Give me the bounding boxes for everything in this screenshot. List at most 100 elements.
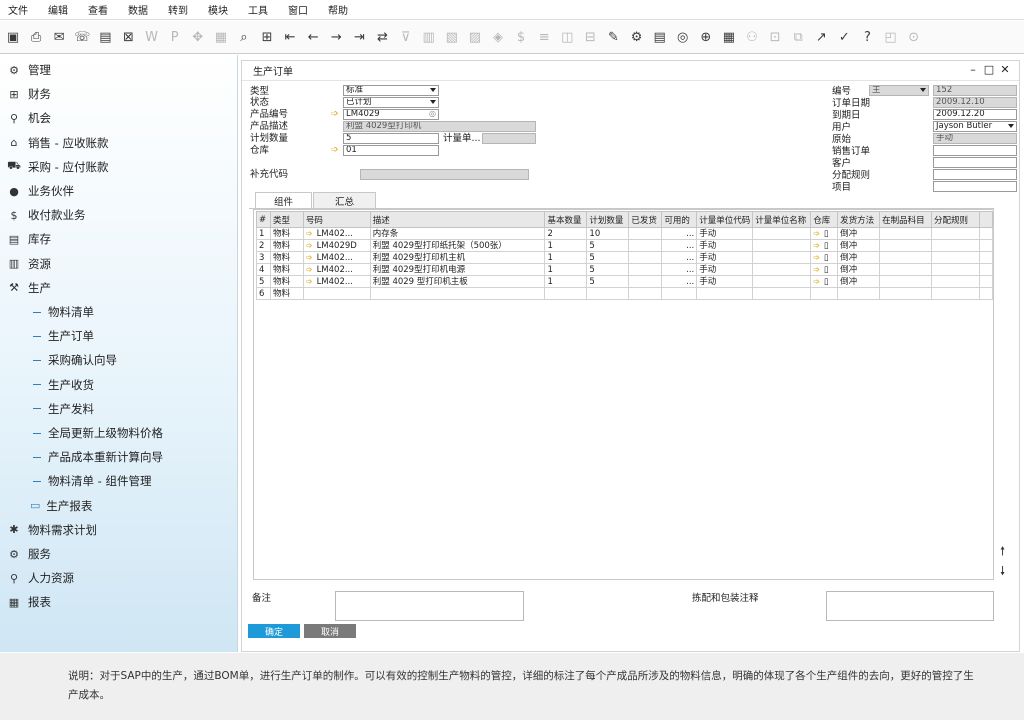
n-cell[interactable]: 1 bbox=[256, 227, 271, 240]
column-header[interactable]: 计量单位代码 bbox=[696, 211, 754, 228]
method-cell[interactable]: 倒冲 bbox=[837, 239, 881, 252]
find-icon[interactable]: ⌕ bbox=[234, 27, 254, 47]
chart-icon[interactable]: ↗ bbox=[811, 27, 831, 47]
plan-cell[interactable]: 5 bbox=[586, 251, 630, 264]
column-header[interactable]: 计量单位名称 bbox=[752, 211, 812, 228]
n-cell[interactable]: 5 bbox=[256, 275, 271, 288]
desc-cell[interactable]: 利盟 4029型打印机电源 bbox=[369, 263, 546, 276]
column-header[interactable]: 基本数量 bbox=[544, 211, 588, 228]
base-cell[interactable]: 1 bbox=[544, 239, 588, 252]
sort-icon[interactable]: ▥ bbox=[419, 27, 439, 47]
base-cell[interactable]: 1 bbox=[544, 275, 588, 288]
type-cell[interactable]: 物料 bbox=[269, 263, 304, 276]
method-cell[interactable]: 倒冲 bbox=[837, 251, 881, 264]
fax-icon[interactable]: ▤ bbox=[95, 27, 115, 47]
sms-icon[interactable]: ☏ bbox=[72, 27, 92, 47]
sidebar-subitem-issue-for-production[interactable]: 生产发料 bbox=[0, 399, 94, 419]
sidebar-item-opportunities[interactable]: ⚲ 机会 bbox=[0, 108, 51, 128]
link-arrow-icon[interactable]: ➩ bbox=[306, 277, 313, 286]
empty-cell[interactable] bbox=[879, 227, 933, 240]
report-icon[interactable]: ▤ bbox=[650, 27, 670, 47]
sales-order-field[interactable] bbox=[933, 145, 1017, 156]
empty-cell[interactable] bbox=[931, 263, 980, 276]
sidebar-item-mrp[interactable]: ✱ 物料需求计划 bbox=[0, 520, 97, 540]
table-row[interactable]: 4 物料 ➩ LM402... 利盟 4029型打印机电源 1 5... 手动 ➩ ▯ 倒冲 bbox=[256, 263, 994, 276]
desc-cell[interactable]: 内存条 bbox=[369, 227, 546, 240]
warehouse-cell[interactable]: ➩ ▯ bbox=[810, 251, 839, 264]
menu-data[interactable]: 数据 bbox=[128, 1, 148, 18]
base-cell[interactable]: 1 bbox=[544, 251, 588, 264]
sidebar-item-sales[interactable]: ⌂ 销售 - 应收账款 bbox=[0, 133, 109, 153]
warehouse-cell[interactable]: ➩ ▯ bbox=[810, 275, 839, 288]
alert-icon[interactable]: ⊕ bbox=[696, 27, 716, 47]
type-cell[interactable]: 物料 bbox=[269, 275, 304, 288]
empty-cell[interactable] bbox=[628, 287, 663, 300]
target-document-icon[interactable]: ▨ bbox=[465, 27, 485, 47]
link-arrow-icon[interactable]: ➩ bbox=[813, 265, 820, 274]
menu-edit[interactable]: 编辑 bbox=[48, 1, 68, 18]
web-icon[interactable]: ◰ bbox=[881, 27, 901, 47]
refresh-icon[interactable]: ⇄ bbox=[373, 27, 393, 47]
column-header[interactable]: 发货方法 bbox=[837, 211, 881, 228]
link-arrow-icon[interactable]: ➩ bbox=[306, 241, 313, 250]
item-code-cell[interactable]: ➩ LM402... bbox=[302, 263, 371, 276]
item-code-cell[interactable]: ➩ LM4029D bbox=[302, 239, 371, 252]
empty-cell[interactable] bbox=[931, 227, 980, 240]
empty-cell[interactable] bbox=[752, 227, 812, 240]
move-row-up-icon[interactable]: 🠕 bbox=[1000, 542, 1005, 563]
empty-cell[interactable] bbox=[752, 287, 812, 300]
sidebar-item-reports[interactable]: ▦ 报表 bbox=[0, 592, 51, 612]
calendar-icon[interactable]: ▦ bbox=[719, 27, 739, 47]
close-icon[interactable]: ✕ bbox=[997, 63, 1013, 76]
link-arrow-icon[interactable]: ➩ bbox=[306, 265, 313, 274]
available-cell[interactable]: ... bbox=[661, 239, 698, 252]
message-icon[interactable]: ⊡ bbox=[765, 27, 785, 47]
plan-cell[interactable]: 5 bbox=[586, 239, 630, 252]
sidebar-item-human-resources[interactable]: ⚲ 人力资源 bbox=[0, 568, 74, 588]
filter-icon[interactable]: ⊽ bbox=[396, 27, 416, 47]
empty-cell[interactable] bbox=[879, 239, 933, 252]
sidebar-item-finance[interactable]: ⊞ 财务 bbox=[0, 84, 51, 104]
excel-icon[interactable]: ⊠ bbox=[118, 27, 138, 47]
plan-cell[interactable]: 10 bbox=[586, 227, 630, 240]
previous-record-icon[interactable]: ← bbox=[303, 27, 323, 47]
sidebar-item-business-partners[interactable]: ● 业务伙伴 bbox=[0, 181, 74, 201]
planned-qty-field[interactable]: 5 bbox=[343, 133, 439, 144]
empty-cell[interactable] bbox=[879, 275, 933, 288]
distribution-rule-field[interactable] bbox=[933, 169, 1017, 180]
exit-icon[interactable]: ⊙ bbox=[904, 27, 924, 47]
first-record-icon[interactable]: ⇤ bbox=[280, 27, 300, 47]
type-cell[interactable]: 物料 bbox=[269, 251, 304, 264]
desc-cell[interactable]: 利盟 4029型打印纸托架（500张） bbox=[369, 239, 546, 252]
remarks-textarea[interactable] bbox=[335, 591, 524, 621]
empty-cell[interactable] bbox=[879, 287, 933, 300]
ok-button[interactable]: 确定 bbox=[248, 624, 300, 638]
project-field[interactable] bbox=[933, 181, 1017, 192]
item-code-cell[interactable]: ➩ LM402... bbox=[302, 275, 371, 288]
column-header[interactable]: # bbox=[256, 211, 271, 228]
move-icon[interactable]: ✥ bbox=[188, 27, 208, 47]
pdf-icon[interactable]: P bbox=[165, 27, 185, 47]
sidebar-subitem-bom-component-mgmt[interactable]: 物料清单 - 组件管理 bbox=[0, 471, 151, 491]
item-code-cell[interactable]: ➩ LM402... bbox=[302, 251, 371, 264]
pick-pack-remarks-textarea[interactable] bbox=[826, 591, 994, 621]
next-record-icon[interactable]: → bbox=[326, 27, 346, 47]
form-settings-icon[interactable]: ⊟ bbox=[580, 27, 600, 47]
link-arrow-icon[interactable]: ➩ bbox=[813, 253, 820, 262]
item-code-cell[interactable]: ➩ LM402... bbox=[302, 227, 371, 240]
n-cell[interactable]: 3 bbox=[256, 251, 271, 264]
last-record-icon[interactable]: ⇥ bbox=[349, 27, 369, 47]
column-header[interactable]: 在制品科目 bbox=[879, 211, 933, 228]
n-cell[interactable]: 6 bbox=[256, 287, 271, 300]
sidebar-item-banking[interactable]: $ 收付款业务 bbox=[0, 205, 86, 225]
empty-cell[interactable] bbox=[752, 263, 812, 276]
empty-cell[interactable] bbox=[628, 239, 663, 252]
warehouse-cell[interactable]: ➩ ▯ bbox=[810, 227, 839, 240]
tab-summary[interactable]: 汇总 bbox=[313, 192, 376, 208]
approve-icon[interactable]: ✓ bbox=[834, 27, 854, 47]
desc-cell[interactable]: 利盟 4029型打印机主机 bbox=[369, 251, 546, 264]
table-row[interactable]: 6 物料 bbox=[256, 287, 994, 300]
link-arrow-icon[interactable]: ➩ bbox=[306, 229, 313, 238]
sidebar-subitem-update-parent-prices[interactable]: 全局更新上级物料价格 bbox=[0, 423, 163, 443]
help-icon[interactable]: ? bbox=[857, 27, 877, 47]
